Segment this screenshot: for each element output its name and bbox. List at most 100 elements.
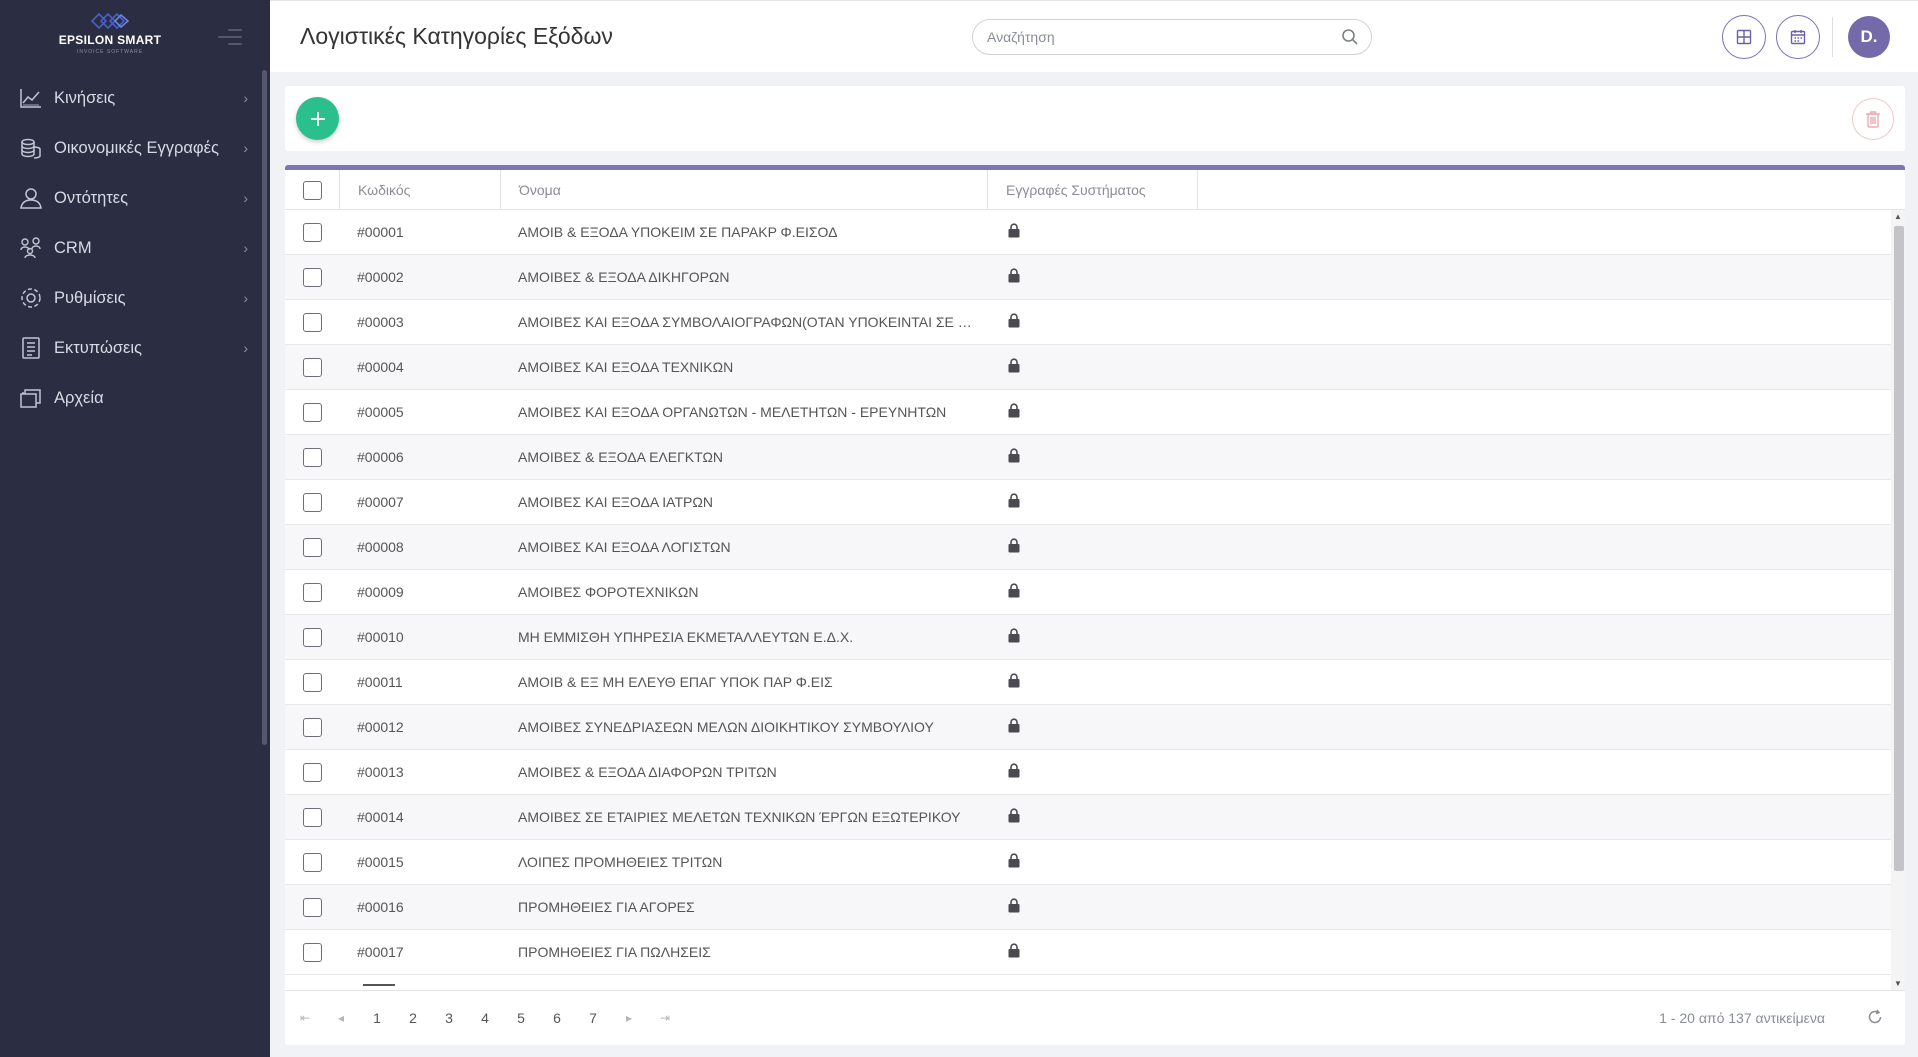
refresh-icon[interactable] [1867, 1009, 1883, 1030]
scroll-down-icon[interactable]: ▼ [1894, 979, 1902, 988]
sidebar-item-entities[interactable]: Οντότητες › [0, 173, 262, 223]
column-header-system[interactable]: Εγγραφές Συστήματος [988, 170, 1198, 210]
cell-name: ΑΜΟΙΒΕΣ ΦΟΡΟΤΕΧΝΙΚΩΝ [501, 570, 988, 615]
add-button[interactable] [296, 97, 339, 140]
table-row[interactable]: #00004 ΑΜΟΙΒΕΣ ΚΑΙ ΕΞΟΔΑ ΤΕΧΝΙΚΩΝ [285, 345, 1905, 390]
table-row[interactable]: #00003 ΑΜΟΙΒΕΣ ΚΑΙ ΕΞΟΔΑ ΣΥΜΒΟΛΑΙΟΓΡΑΦΩΝ(… [285, 300, 1905, 345]
pager-info: 1 - 20 από 137 αντικείμενα [1659, 1010, 1825, 1026]
page-7-button[interactable]: 7 [575, 1010, 611, 1026]
search-input[interactable] [973, 20, 1313, 54]
cell-code: #00001 [357, 224, 404, 240]
scrollbar-thumb[interactable] [1894, 226, 1904, 871]
cell-spacer [1198, 885, 1905, 930]
sidebar-item-prints[interactable]: Εκτυπώσεις › [0, 323, 262, 373]
row-checkbox[interactable] [303, 897, 322, 917]
row-checkbox[interactable] [303, 852, 322, 872]
row-checkbox[interactable] [303, 582, 322, 602]
sidebar-item-movements[interactable]: Κινήσεις › [0, 73, 262, 123]
cell-name-text: ΜΗ ΕΜΜΙΣΘΗ ΥΠΗΡΕΣΙΑ ΕΚΜΕΤΑΛΛΕΥΤΩΝ Ε.Δ.Χ. [518, 629, 854, 645]
column-header-name[interactable]: Όνομα [501, 170, 988, 210]
table-row[interactable]: #00002 ΑΜΟΙΒΕΣ & ΕΞΟΔΑ ΔΙΚΗΓΟΡΩΝ [285, 255, 1905, 300]
data-grid: Κωδικός Όνομα Εγγραφές Συστήματος #00001… [285, 165, 1905, 1045]
scroll-up-icon[interactable]: ▲ [1894, 212, 1902, 221]
cell-code: #00015 [357, 854, 404, 870]
row-checkbox[interactable] [303, 762, 322, 782]
row-checkbox[interactable] [303, 492, 322, 512]
table-row[interactable]: #00011 ΑΜΟΙΒ & ΕΞ ΜΗ ΕΛΕΥΘ ΕΠΑΓ ΥΠΟΚ ΠΑΡ … [285, 660, 1905, 705]
cell-system [988, 390, 1198, 435]
select-all-checkbox[interactable] [302, 180, 322, 200]
cell-system [988, 300, 1198, 345]
page-2-button[interactable]: 2 [395, 1010, 431, 1026]
table-row[interactable]: #00009 ΑΜΟΙΒΕΣ ΦΟΡΟΤΕΧΝΙΚΩΝ [285, 570, 1905, 615]
row-checkbox[interactable] [303, 312, 322, 332]
page-5-button[interactable]: 5 [503, 1010, 539, 1026]
cell-spacer [1198, 615, 1905, 660]
table-row[interactable]: #00012 ΑΜΟΙΒΕΣ ΣΥΝΕΔΡΙΑΣΕΩΝ ΜΕΛΩΝ ΔΙΟΙΚΗΤ… [285, 705, 1905, 750]
page-6-button[interactable]: 6 [539, 1010, 575, 1026]
sidebar-item-financial-entries[interactable]: Οικονομικές Εγγραφές › [0, 123, 262, 173]
cell-name: ΑΜΟΙΒΕΣ ΣΕ ΕΤΑΙΡΙΕΣ ΜΕΛΕΤΩΝ ΤΕΧΝΙΚΩΝ ΈΡΓ… [501, 795, 988, 840]
page-1-button[interactable]: 1 [359, 984, 395, 1026]
table-row[interactable]: #00016 ΠΡΟΜΗΘΕΙΕΣ ΓΙΑ ΑΓΟΡΕΣ [285, 885, 1905, 930]
avatar[interactable]: D. [1848, 16, 1890, 58]
cell-name-text: ΑΜΟΙΒΕΣ ΚΑΙ ΕΞΟΔΑ ΤΕΧΝΙΚΩΝ [518, 359, 734, 375]
plus-icon [310, 111, 325, 126]
lock-icon [1008, 223, 1020, 241]
grid-scrollbar[interactable]: ▲ ▼ [1891, 210, 1905, 990]
table-row[interactable]: #00005 ΑΜΟΙΒΕΣ ΚΑΙ ΕΞΟΔΑ ΟΡΓΑΝΩΤΩΝ - ΜΕΛΕ… [285, 390, 1905, 435]
cell-name: ΑΜΟΙΒ & ΕΞΟΔΑ ΥΠΟΚΕΙΜ ΣΕ ΠΑΡΑΚΡ Φ.ΕΙΣΟΔ [501, 210, 988, 255]
sidebar: EPSILON SMART INVOICE SOFTWARE Κινήσεις … [0, 0, 270, 1057]
row-checkbox[interactable] [303, 537, 322, 557]
menu-toggle-icon[interactable] [214, 29, 242, 47]
first-page-icon[interactable]: ⇤ [287, 1011, 323, 1025]
table-row[interactable]: #00013 ΑΜΟΙΒΕΣ & ΕΞΟΔΑ ΔΙΑΦΟΡΩΝ ΤΡΙΤΩΝ [285, 750, 1905, 795]
cell-code: #00014 [357, 809, 404, 825]
sidebar-item-settings[interactable]: Ρυθμίσεις › [0, 273, 262, 323]
next-page-icon[interactable]: ▸ [611, 1011, 647, 1025]
table-row[interactable]: #00010 ΜΗ ΕΜΜΙΣΘΗ ΥΠΗΡΕΣΙΑ ΕΚΜΕΤΑΛΛΕΥΤΩΝ … [285, 615, 1905, 660]
row-checkbox[interactable] [303, 267, 322, 287]
page-4-button[interactable]: 4 [467, 1010, 503, 1026]
delete-button[interactable] [1852, 98, 1894, 140]
row-checkbox[interactable] [303, 357, 322, 377]
search-box [972, 19, 1372, 55]
row-checkbox[interactable] [303, 627, 322, 647]
cell-spacer [1198, 930, 1905, 975]
chevron-right-icon: › [243, 90, 248, 106]
row-checkbox[interactable] [303, 942, 322, 962]
table-row[interactable]: #00014 ΑΜΟΙΒΕΣ ΣΕ ΕΤΑΙΡΙΕΣ ΜΕΛΕΤΩΝ ΤΕΧΝΙΚ… [285, 795, 1905, 840]
table-row[interactable]: #00008 ΑΜΟΙΒΕΣ ΚΑΙ ΕΞΟΔΑ ΛΟΓΙΣΤΩΝ [285, 525, 1905, 570]
sidebar-item-crm[interactable]: CRM › [0, 223, 262, 273]
row-checkbox[interactable] [303, 672, 322, 692]
brand-logo[interactable]: EPSILON SMART INVOICE SOFTWARE [52, 10, 168, 60]
table-row[interactable]: #00001 ΑΜΟΙΒ & ΕΞΟΔΑ ΥΠΟΚΕΙΜ ΣΕ ΠΑΡΑΚΡ Φ.… [285, 210, 1905, 255]
calendar-button[interactable] [1776, 15, 1820, 59]
row-checkbox[interactable] [303, 717, 322, 737]
row-checkbox[interactable] [303, 447, 322, 467]
table-row[interactable]: #00015 ΛΟΙΠΕΣ ΠΡΟΜΗΘΕΙΕΣ ΤΡΙΤΩΝ [285, 840, 1905, 885]
table-row[interactable]: #00006 ΑΜΟΙΒΕΣ & ΕΞΟΔΑ ΕΛΕΓΚΤΩΝ [285, 435, 1905, 480]
page-3-button[interactable]: 3 [431, 1010, 467, 1026]
row-checkbox[interactable] [303, 807, 322, 827]
lock-icon [1008, 268, 1020, 286]
row-select-cell [285, 345, 340, 390]
row-checkbox[interactable] [303, 222, 322, 242]
search-icon[interactable] [1341, 28, 1359, 51]
grid-header: Κωδικός Όνομα Εγγραφές Συστήματος [285, 170, 1905, 210]
table-row[interactable]: #00017 ΠΡΟΜΗΘΕΙΕΣ ΓΙΑ ΠΩΛΗΣΕΙΣ [285, 930, 1905, 975]
last-page-icon[interactable]: ⇥ [647, 1011, 683, 1025]
sidebar-item-files[interactable]: Αρχεία [0, 373, 262, 423]
cell-system [988, 750, 1198, 795]
prev-page-icon[interactable]: ◂ [323, 1011, 359, 1025]
sidebar-scrollbar[interactable] [262, 70, 267, 745]
table-row[interactable]: #00007 ΑΜΟΙΒΕΣ ΚΑΙ ΕΞΟΔΑ ΙΑΤΡΩΝ [285, 480, 1905, 525]
row-checkbox[interactable] [303, 402, 322, 422]
cell-code: #00008 [357, 539, 404, 555]
cell-system [988, 210, 1198, 255]
grid-view-button[interactable] [1722, 15, 1766, 59]
sidebar-item-label: Αρχεία [54, 388, 104, 407]
calendar-icon [1790, 30, 1806, 45]
column-header-code[interactable]: Κωδικός [340, 170, 501, 210]
sidebar-item-label: Εκτυπώσεις [54, 338, 142, 357]
